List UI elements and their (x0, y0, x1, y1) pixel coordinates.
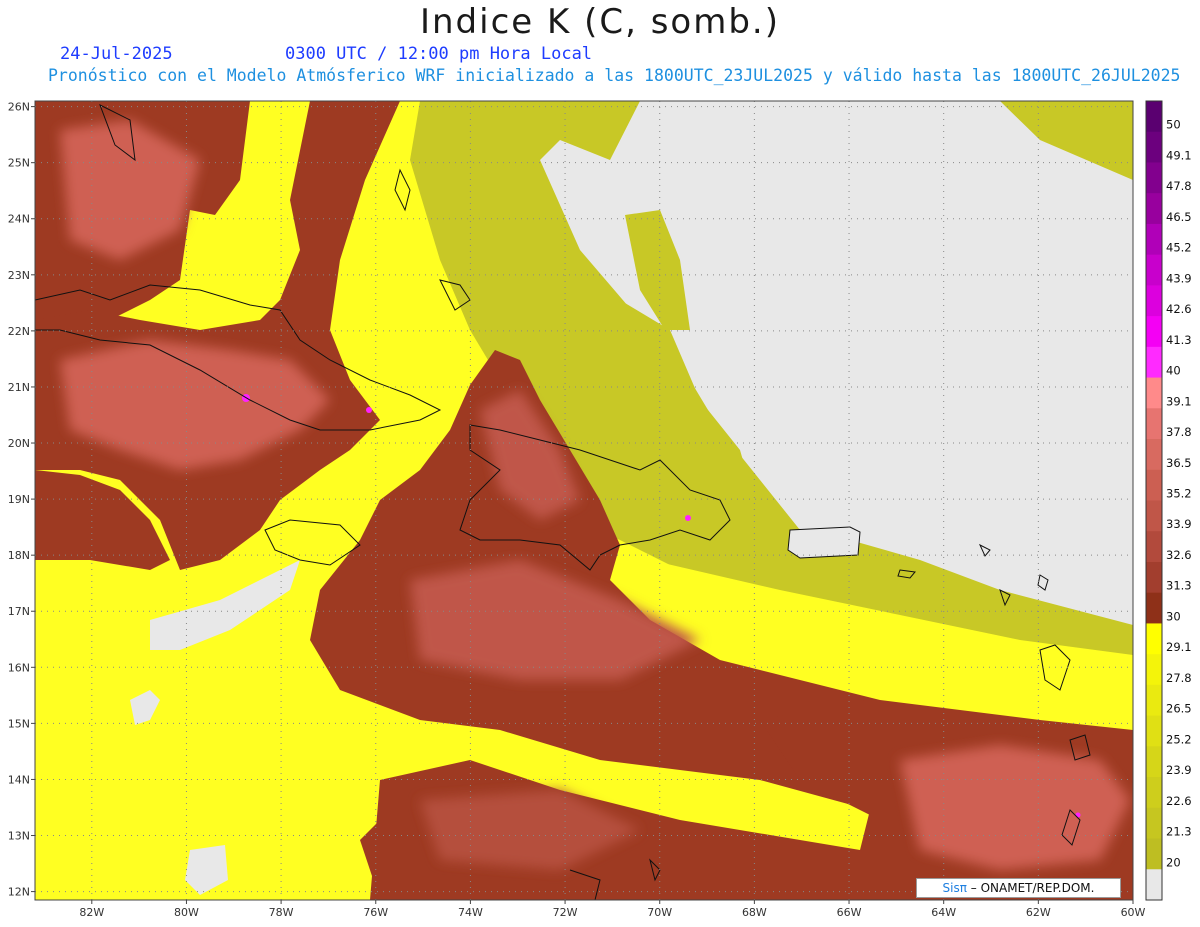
colorbar-swatch (1146, 254, 1162, 286)
forecast-date: 24-Jul-2025 (60, 44, 173, 64)
colorbar-swatch (1146, 377, 1162, 409)
forecast-time: 0300 UTC / 12:00 pm Hora Local (285, 44, 593, 64)
lat-tick-label: 21N (8, 381, 30, 394)
puerto-rico (787, 526, 861, 559)
lat-tick-label: 18N (8, 549, 30, 562)
lat-tick-label: 25N (8, 157, 30, 170)
colorbar-swatch (1146, 346, 1162, 379)
lon-tick-label: 80W (174, 906, 199, 919)
colorbar-swatch (1146, 869, 1162, 901)
lat-tick-label: 24N (8, 213, 30, 226)
colorbar-swatch (1146, 162, 1162, 194)
forecast-subtitle: Pronóstico con el Modelo Atmósferico WRF… (48, 66, 1181, 85)
colorbar-swatch (1146, 561, 1162, 594)
colorbar-swatch (1146, 807, 1162, 840)
colorbar-swatch (1146, 654, 1162, 686)
lon-tick-label: 78W (269, 906, 294, 919)
high-k-spot-2 (366, 407, 372, 413)
colorbar-swatch (1146, 715, 1162, 747)
colorbar-label: 20 (1166, 855, 1181, 869)
colorbar-label: 41.3 (1166, 333, 1192, 347)
lon-axis-labels: 82W 80W 78W 76W 74W 72W 70W 68W 66W 64W 62W 60W (79, 900, 1146, 919)
lon-tick-label: 82W (79, 906, 104, 919)
lat-tick-label: 20N (8, 437, 30, 450)
colorbar-label: 26.5 (1166, 702, 1192, 716)
colorbar-label: 37.8 (1166, 425, 1192, 439)
lon-tick-label: 64W (931, 906, 956, 919)
colorbar-swatch (1146, 408, 1162, 440)
colorbar-label: 25.2 (1166, 732, 1192, 746)
colorbar-label: 43.9 (1166, 271, 1192, 285)
colorbar-label: 49.1 (1166, 148, 1192, 162)
colorbar-label: 35.2 (1166, 487, 1192, 501)
field-layer (35, 101, 1133, 900)
high-k-spot-3 (685, 515, 691, 521)
colorbar-label: 45.2 (1166, 241, 1192, 255)
lat-tick-label: 13N (8, 830, 30, 843)
colorbar-swatch (1146, 131, 1162, 163)
lat-tick-label: 15N (8, 717, 30, 730)
colorbar-label: 33.9 (1166, 517, 1192, 531)
colorbar-swatch (1146, 469, 1162, 501)
lat-tick-label: 14N (8, 773, 30, 786)
lat-tick-label: 19N (8, 493, 30, 506)
colorbar-swatch (1146, 746, 1162, 778)
colorbar-swatch (1146, 500, 1162, 532)
colorbar-label: 27.8 (1166, 671, 1192, 685)
colorbar-label: 31.3 (1166, 579, 1192, 593)
colorbar-label: 46.5 (1166, 210, 1192, 224)
colorbar-label: 23.9 (1166, 763, 1192, 777)
colorbar-label: 47.8 (1166, 179, 1192, 193)
lon-tick-label: 66W (837, 906, 862, 919)
lat-tick-label: 16N (8, 661, 30, 674)
lon-tick-label: 74W (458, 906, 483, 919)
lon-tick-label: 60W (1121, 906, 1146, 919)
lat-tick-label: 22N (8, 325, 30, 338)
colorbar-swatch (1146, 193, 1162, 225)
colorbar-label: 50 (1166, 118, 1181, 132)
lon-tick-label: 72W (553, 906, 578, 919)
credit-box: Sisπ – ONAMET/REP.DOM. (916, 878, 1121, 898)
lat-tick-label: 26N (8, 101, 30, 114)
lon-tick-label: 76W (363, 906, 388, 919)
colorbar-label: 22.6 (1166, 794, 1192, 808)
colorbar-label: 36.5 (1166, 456, 1192, 470)
colorbar-swatch (1146, 285, 1162, 317)
colorbar-swatch (1146, 623, 1162, 655)
lat-tick-label: 17N (8, 605, 30, 618)
colorbar: 50 49.1 47.8 46.5 45.2 43.9 42.6 41.3 40 39.1 37.8… (1145, 100, 1192, 901)
lat-tick-label: 12N (8, 886, 30, 899)
colorbar-swatch (1146, 223, 1162, 256)
lon-tick-label: 70W (647, 906, 672, 919)
colorbar-swatch (1146, 439, 1162, 471)
k-index-map: 26N 25N 24N 23N 22N 21N 20N 19N 18N 17N 16N 15N 14N 1… (8, 100, 1192, 919)
colorbar-label: 42.6 (1166, 302, 1192, 316)
lat-axis-labels: 26N 25N 24N 23N 22N 21N 20N 19N 18N 17N 16N 15N 14N 1… (8, 101, 35, 899)
lon-tick-label: 68W (742, 906, 767, 919)
colorbar-swatch (1146, 838, 1162, 870)
colorbar-swatch (1146, 592, 1162, 624)
lon-tick-label: 62W (1026, 906, 1051, 919)
colorbar-label: 29.1 (1166, 640, 1192, 654)
colorbar-swatch (1146, 684, 1162, 717)
colorbar-label: 21.3 (1166, 825, 1192, 839)
colorbar-swatch (1146, 316, 1162, 348)
lat-tick-label: 23N (8, 269, 30, 282)
colorbar-swatch (1146, 531, 1162, 563)
colorbar-label: 32.6 (1166, 548, 1192, 562)
colorbar-swatch (1146, 101, 1162, 133)
credit-brand: Sisπ (942, 881, 967, 895)
map-title: Indice K (C, somb.) (419, 2, 781, 42)
colorbar-swatch (1146, 777, 1162, 809)
colorbar-label: 40 (1166, 364, 1181, 378)
colorbar-label: 30 (1166, 609, 1181, 623)
credit-text: – ONAMET/REP.DOM. (970, 881, 1095, 895)
colorbar-label: 39.1 (1166, 394, 1192, 408)
